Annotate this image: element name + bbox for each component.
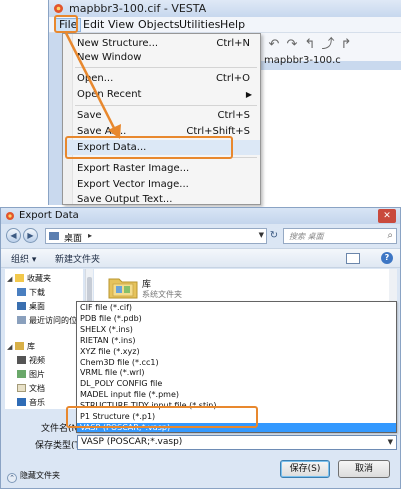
nav-videos[interactable]: 视频 [17,355,45,368]
nav-desktop[interactable]: 桌面 [17,301,45,314]
library-folder-icon [108,278,138,299]
navigation-pane: ◢ 收藏夹 下载 桌面 最近访问的位 ◢ 库 视频 图片 文档 音乐 [5,269,83,409]
folder-icon [49,232,59,240]
help-icon[interactable]: ? [381,252,393,264]
search-input[interactable]: 搜索 桌面 ⌕ [283,228,397,244]
rotate-up-icon[interactable]: ↰ [303,38,317,52]
organize-button[interactable]: 组织 ▾ [11,252,36,265]
chevron-down-icon[interactable]: ▼ [259,231,264,239]
vesta-menubar: File Edit View Objects Utilities Help [49,17,401,33]
library-icon [15,342,24,350]
expand-arrow-icon[interactable]: ◢ [7,275,15,283]
vasp-option-highlight-box [66,406,258,428]
address-row: ◀ ▶ 桌面 ▸ ▼ ↻ 搜索 桌面 ⌕ [1,224,400,248]
filetype-option[interactable]: CIF file (*.cif) [77,303,396,314]
menu-item-export-vector[interactable]: Export Vector Image... [63,177,260,192]
search-icon: ⌕ [387,230,393,241]
view-options-icon[interactable] [346,253,360,264]
desktop-icon [17,302,26,310]
nav-downloads[interactable]: 下载 [17,287,45,300]
back-arrow-icon[interactable]: ◀ [6,228,21,243]
menu-edit[interactable]: Edit [80,18,107,32]
vesta-title-bar: mapbbr3-100.cif - VESTA [49,0,401,17]
address-path: 桌面 [64,234,83,244]
filetype-option[interactable]: VRML file (*.wrl) [77,368,396,379]
screenshot-root: mapbbr3-100.cif - VESTA File Edit View O… [0,0,401,489]
menu-separator [75,105,257,106]
close-icon[interactable]: ✕ [378,209,396,223]
download-folder-icon [17,288,26,296]
refresh-icon[interactable]: ↻ [267,228,281,244]
vesta-window-title: mapbbr3-100.cif - VESTA [69,2,207,15]
nav-documents[interactable]: 文档 [17,383,45,396]
nav-pictures[interactable]: 图片 [17,369,45,382]
save-button[interactable]: 保存(S) [280,460,330,478]
hide-folders-label: 隐藏文件夹 [20,471,60,480]
filetype-option[interactable]: RIETAN (*.ins) [77,336,396,347]
filetype-option[interactable]: MADEL input file (*.pme) [77,390,396,401]
menu-separator [75,67,257,68]
filetype-option[interactable]: Chem3D file (*.cc1) [77,358,396,369]
new-folder-button[interactable]: 新建文件夹 [55,252,100,265]
chevron-down-icon[interactable]: ▼ [388,438,393,446]
submenu-arrow-icon: ▶ [245,90,252,99]
file-menu-dropdown: New Structure... Ctrl+N New Window Open.… [62,33,261,205]
nav-libraries[interactable]: ◢ 库 [7,341,35,354]
menu-item-open[interactable]: Open... Ctrl+O [63,71,260,86]
menu-item-new-window[interactable]: New Window [63,50,260,65]
address-bar[interactable]: 桌面 ▸ ▼ [45,228,267,244]
hide-folders-toggle[interactable]: ⌃ 隐藏文件夹 [7,470,60,483]
back-arrow-icon[interactable]: ↶ [267,38,281,52]
filetype-selected-value: VASP (POSCAR;*.vasp) [81,437,183,447]
nav-music[interactable]: 音乐 [17,397,45,410]
forward-arrow-icon[interactable]: ↷ [285,38,299,52]
forward-arrow-icon[interactable]: ▶ [23,228,38,243]
picture-icon [17,370,26,378]
filetype-option[interactable]: SHELX (*.ins) [77,325,396,336]
vesta-app-icon [6,212,14,220]
search-placeholder: 搜索 桌面 [289,232,324,241]
menu-help[interactable]: Help [217,18,248,32]
collapse-up-icon: ⌃ [7,473,17,483]
file-menu-highlight-box [54,15,78,33]
library-type: 系统文件夹 [142,290,182,299]
music-icon [17,398,26,406]
nav-recent[interactable]: 最近访问的位 [17,315,77,328]
vesta-app-icon [54,4,63,13]
menu-item-save[interactable]: Save Ctrl+S [63,108,260,123]
cancel-button[interactable]: 取消 [338,460,390,478]
dialog-title: Export Data [19,210,79,221]
menu-item-open-recent[interactable]: Open Recent ▶ [63,87,260,102]
filetype-option[interactable]: PDB file (*.pdb) [77,314,396,325]
filetype-option[interactable]: DL_POLY CONFIG file [77,379,396,390]
recent-places-icon [17,316,26,324]
chevron-right-icon[interactable]: ▸ [88,231,92,240]
menu-item-save-output[interactable]: Save Output Text... [63,192,260,207]
menu-item-export-raster[interactable]: Export Raster Image... [63,161,260,176]
filetype-option[interactable]: XYZ file (*.xyz) [77,347,396,358]
command-bar: 组织 ▾ 新建文件夹 ? [1,248,400,268]
export-data-highlight-box [65,136,233,159]
filetype-select[interactable]: VASP (POSCAR;*.vasp) ▼ [77,435,397,450]
document-icon [17,384,26,392]
nav-favorites[interactable]: ◢ 收藏夹 [7,273,51,286]
dialog-title-bar: Export Data ✕ [1,208,400,224]
structure-canvas[interactable] [259,70,401,205]
star-icon [15,274,24,282]
rotate-icon[interactable]: ⤴ [321,38,335,52]
menu-item-new-structure[interactable]: New Structure... Ctrl+N [63,36,260,51]
expand-arrow-icon[interactable]: ◢ [7,343,15,351]
turn-icon[interactable]: ↱ [339,38,353,52]
document-tab[interactable]: mapbbr3-100.c [264,55,341,66]
video-icon [17,356,26,364]
menu-view[interactable]: View [105,18,137,32]
